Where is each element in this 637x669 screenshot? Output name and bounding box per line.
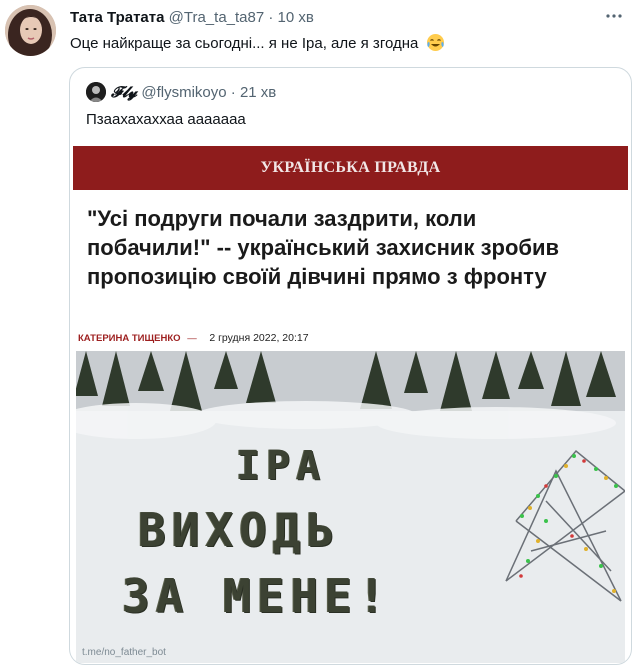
watermark: t.me/no_father_bot (82, 647, 166, 658)
article-author: КАТЕРИНА ТИЩЕНКО (78, 333, 181, 344)
article-headline: "Усі подруги почали заздрити, коли побач… (87, 204, 607, 291)
quoted-avatar[interactable] (86, 82, 106, 102)
tweet[interactable]: Тата Тратата @Tra_ta_ta87 · 10 хв Оце на… (0, 0, 637, 669)
tears-of-joy-emoji-icon (426, 33, 445, 52)
avatar[interactable] (5, 5, 56, 56)
article-date: 2 грудня 2022, 20:17 (209, 332, 309, 344)
quoted-handle[interactable]: @flysmikoyo (141, 84, 226, 101)
quoted-header: 𝓕𝓵𝔂 @flysmikoyo · 21 хв (111, 83, 276, 101)
tweet-text-content: Оце найкраще за сьогодні... я не Іра, ал… (70, 35, 419, 52)
article-screenshot-image[interactable]: УКРАЇНСЬКА ПРАВДА "Усі подруги почали за… (73, 146, 628, 663)
photo-text-line-1: ІРА (236, 443, 327, 489)
quoted-display-name[interactable]: 𝓕𝓵𝔂 (111, 83, 137, 101)
display-name[interactable]: Тата Тратата (70, 9, 164, 26)
quoted-tweet[interactable]: 𝓕𝓵𝔂 @flysmikoyo · 21 хв Пзаахахаххаа ааа… (69, 67, 632, 665)
photo-text-line-3: ЗА МЕНЕ! (122, 569, 392, 623)
user-handle[interactable]: @Tra_ta_ta87 (169, 9, 265, 26)
headline-line: "Усі подруги почали заздрити, коли (87, 206, 477, 231)
separator-dot: · (230, 84, 236, 101)
article-byline: КАТЕРИНА ТИЩЕНКО — 2 грудня 2022, 20:17 (78, 332, 309, 344)
quoted-timestamp[interactable]: 21 хв (240, 84, 276, 101)
masthead-banner: УКРАЇНСЬКА ПРАВДА (73, 146, 628, 190)
snow-field-photo: ІРА ВИХОДЬ ЗА МЕНЕ! t.me/no_father_bot (73, 351, 626, 663)
tweet-header: Тата Тратата @Tra_ta_ta87 · 10 хв (70, 9, 314, 26)
masthead-title: УКРАЇНСЬКА ПРАВДА (260, 159, 441, 176)
photo-text-line-2: ВИХОДЬ (138, 503, 341, 557)
quoted-text: Пзаахахаххаа ааааааа (86, 111, 246, 128)
headline-line: пропозицію своїй дівчині прямо з фронту (87, 264, 547, 289)
byline-separator: — (187, 333, 197, 344)
timestamp[interactable]: 10 хв (278, 9, 314, 26)
ellipsis-icon[interactable] (605, 8, 623, 29)
tweet-text: Оце найкраще за сьогодні... я не Іра, ал… (70, 33, 445, 52)
separator-dot: · (268, 9, 274, 26)
headline-line: побачили!" -- український захисник зроби… (87, 235, 560, 260)
